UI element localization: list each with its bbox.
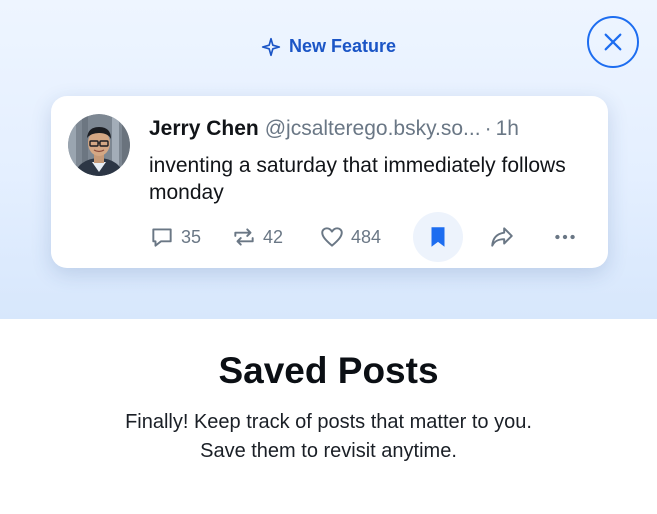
repost-icon — [234, 228, 254, 246]
post-text: inventing a saturday that immediately fo… — [149, 154, 566, 204]
more-horizontal-icon — [555, 234, 575, 240]
sparkle-icon — [261, 37, 281, 56]
post-author[interactable]: Jerry Chen — [149, 117, 259, 140]
close-icon — [604, 33, 622, 51]
post-separator: · — [484, 117, 492, 140]
post-handle[interactable]: @jcsalterego.bsky.so... — [265, 117, 481, 140]
like-count: 484 — [351, 226, 382, 247]
share-icon — [491, 227, 513, 247]
reply-icon — [152, 228, 172, 247]
description-line-2: Save them to revisit anytime. — [200, 440, 457, 462]
close-button[interactable] — [587, 16, 639, 68]
share-button[interactable] — [489, 217, 515, 257]
post-actions: 35 42 484 — [149, 212, 589, 262]
bookmark-filled-icon — [431, 227, 445, 247]
post-preview-card: Jerry Chen @jcsalterego.bsky.so... · 1h inv… — [51, 96, 608, 268]
new-feature-badge: New Feature — [0, 36, 657, 57]
dialog-description: Finally! Keep track of posts that matter… — [0, 408, 657, 466]
new-feature-label: New Feature — [288, 36, 397, 56]
heart-icon — [321, 227, 343, 247]
post-header: Jerry Chen @jcsalterego.bsky.so... · 1h — [149, 116, 594, 142]
repost-button[interactable]: 42 — [231, 217, 283, 257]
post-time: 1h — [495, 117, 519, 140]
reply-button[interactable]: 35 — [149, 217, 201, 257]
reply-count: 35 — [181, 226, 202, 247]
more-options-button[interactable] — [552, 217, 578, 257]
avatar — [68, 114, 130, 176]
repost-count: 42 — [263, 226, 284, 247]
dialog-title: Saved Posts — [218, 350, 439, 391]
hero-panel: New Feature Jerry Chen @jcsalterego.bsky… — [0, 0, 657, 319]
description-line-1: Finally! Keep track of posts that matter… — [125, 411, 532, 433]
save-post-button[interactable] — [413, 212, 463, 262]
saved-posts-dialog: New Feature Jerry Chen @jcsalterego.bsky… — [0, 0, 657, 514]
like-button[interactable]: 484 — [319, 217, 381, 257]
